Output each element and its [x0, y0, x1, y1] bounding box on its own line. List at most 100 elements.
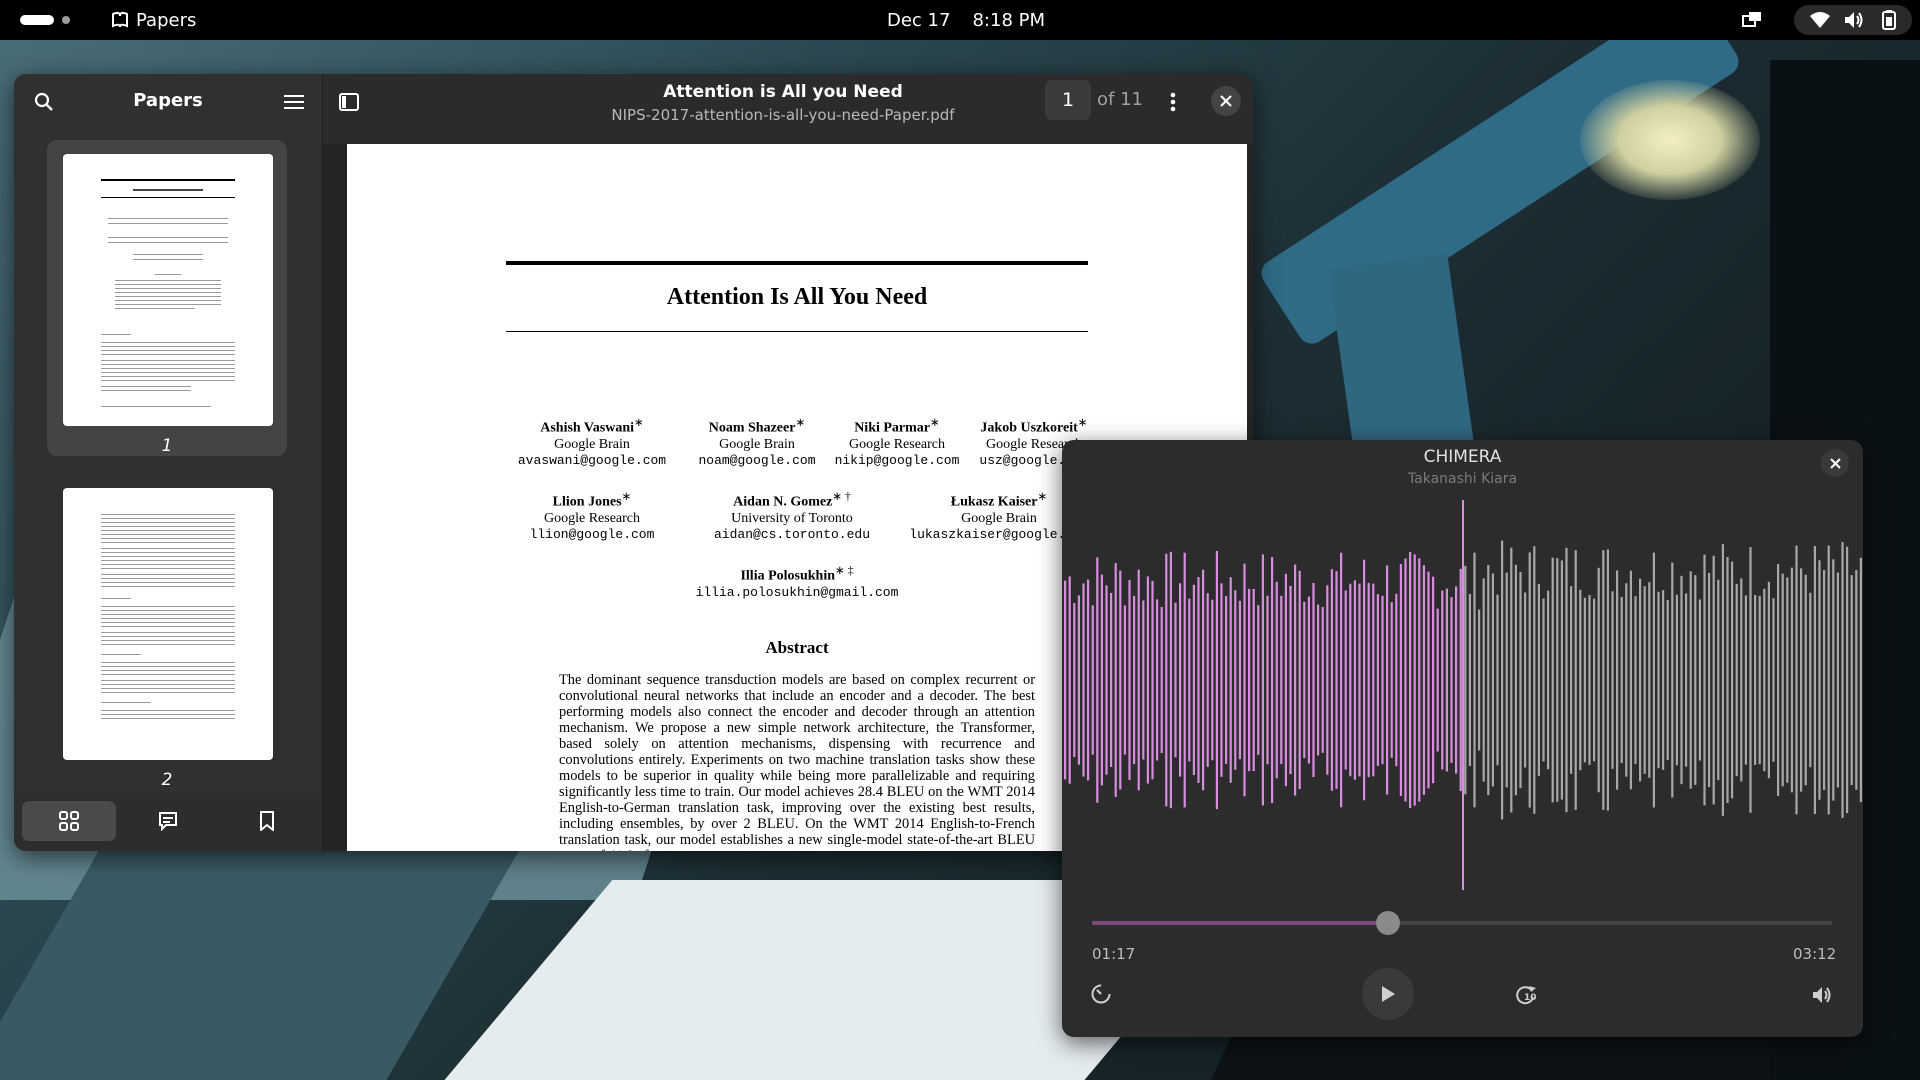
- waveform-bar: [1110, 592, 1113, 767]
- waveform-bar: [1579, 589, 1582, 771]
- waveform-bar: [1215, 550, 1218, 810]
- waveform-bar: [1841, 542, 1844, 818]
- close-window-icon[interactable]: [1211, 86, 1241, 116]
- waveform-bar: [1606, 549, 1609, 811]
- waveform-bar: [1790, 567, 1793, 793]
- waveform-bar: [1340, 552, 1343, 808]
- page-thumbnail-2[interactable]: [63, 488, 273, 760]
- waveform-bar: [1487, 564, 1490, 796]
- waveform-bar: [1399, 564, 1402, 796]
- waveform-bar: [1188, 598, 1191, 762]
- seek-bar[interactable]: [1092, 911, 1832, 935]
- waveform[interactable]: [1062, 500, 1863, 900]
- waveform-bar: [1570, 586, 1573, 774]
- waveform-bar: [1574, 550, 1577, 810]
- play-icon: [1382, 986, 1395, 1002]
- waveform-bar: [1142, 600, 1145, 760]
- waveform-bar: [1123, 605, 1126, 755]
- waveform-bar: [1312, 583, 1315, 777]
- playback-speed-icon[interactable]: [1088, 981, 1114, 1007]
- seek-handle[interactable]: [1376, 911, 1400, 935]
- skip-forward-icon[interactable]: 10: [1512, 981, 1540, 1009]
- thumbnail-page-number: 2: [161, 770, 173, 790]
- waveform-bar: [1077, 595, 1080, 765]
- app-menu[interactable]: Papers: [110, 0, 196, 40]
- waveform-bar: [1206, 593, 1209, 767]
- author-block: Aidan N. Gomez∗ † University of Toronto …: [713, 490, 871, 542]
- document-title: Attention is All you Need: [663, 82, 903, 102]
- main-menu-icon[interactable]: [276, 84, 312, 120]
- waveform-bar: [1827, 545, 1830, 815]
- waveform-bar: [1556, 558, 1559, 802]
- waveform-bar: [1114, 563, 1117, 797]
- sidebar-footer: [14, 793, 322, 851]
- waveform-bar: [1800, 568, 1803, 792]
- waveform-bar: [1418, 558, 1421, 802]
- waveform-bar: [1257, 605, 1260, 755]
- waveform-bar: [1464, 565, 1467, 795]
- waveform-bar: [1505, 572, 1508, 788]
- waveform-bar: [1303, 601, 1306, 759]
- waveform-bar: [1629, 570, 1632, 790]
- waveform-bar: [1243, 563, 1246, 797]
- waveform-bar: [1708, 572, 1711, 788]
- waveform-bar: [1413, 554, 1416, 806]
- more-options-icon[interactable]: [1155, 84, 1191, 120]
- waveform-bar: [1625, 583, 1628, 777]
- waveform-bar: [1749, 547, 1752, 813]
- waveform-bar: [1763, 588, 1766, 772]
- screen-share-icon[interactable]: [1742, 0, 1762, 40]
- waveform-bar: [1427, 571, 1430, 789]
- paper-title: Attention Is All You Need: [666, 284, 928, 310]
- waveform-bar: [1542, 598, 1545, 762]
- waveform-bar: [1501, 540, 1504, 820]
- waveform-bar: [1666, 599, 1669, 760]
- waveform-bar: [1611, 591, 1614, 769]
- playhead-line: [1462, 500, 1464, 890]
- page-thumbnail-1[interactable]: [63, 154, 273, 426]
- waveform-bar: [1367, 583, 1370, 778]
- waveform-bar: [1353, 580, 1356, 780]
- waveform-bar: [1528, 552, 1531, 808]
- waveform-bar: [1119, 570, 1122, 790]
- bookmarks-tab-icon[interactable]: [220, 801, 314, 841]
- close-player-icon[interactable]: [1821, 449, 1849, 477]
- sidebar-toggle-icon[interactable]: [331, 84, 367, 120]
- thumbnails-tab-icon[interactable]: [22, 801, 116, 841]
- waveform-bar: [1473, 552, 1476, 808]
- skip-forward-seconds: 10: [1524, 993, 1537, 1003]
- waveform-bar: [1349, 583, 1352, 777]
- waveform-bar: [1294, 564, 1297, 796]
- waveform-bar: [1491, 573, 1494, 787]
- waveform-bar: [1533, 546, 1536, 814]
- author-block: Ashish Vaswani∗ Google Brain avaswani@go…: [517, 416, 667, 468]
- waveform-bar: [1160, 607, 1163, 753]
- waveform-bar: [1211, 599, 1214, 761]
- waveform-bar: [1832, 559, 1835, 801]
- waveform-bar: [1662, 590, 1665, 770]
- play-button[interactable]: [1362, 968, 1414, 1020]
- waveform-bar: [1409, 551, 1412, 809]
- waveform-bar: [1602, 550, 1605, 810]
- page-number-input[interactable]: 1: [1045, 80, 1091, 120]
- waveform-bar: [1169, 551, 1172, 809]
- waveform-bar: [1859, 557, 1862, 803]
- waveform-bar: [1445, 588, 1448, 772]
- annotations-tab-icon[interactable]: [121, 801, 215, 841]
- waveform-bar: [1735, 583, 1738, 777]
- waveform-bar: [1703, 554, 1706, 806]
- sidebar-header: Papers: [14, 74, 322, 130]
- document-filename: NIPS-2017-attention-is-all-you-need-Pape…: [611, 106, 955, 124]
- clock[interactable]: Dec 17 8:18 PM: [887, 0, 1045, 40]
- waveform-bar: [1165, 553, 1168, 807]
- activities-indicator[interactable]: [20, 0, 70, 40]
- waveform-bar: [1767, 581, 1770, 779]
- waveform-bar: [1087, 579, 1090, 781]
- waveform-bar: [1441, 590, 1444, 770]
- waveform-bar: [1082, 583, 1085, 777]
- waveform-bar: [1809, 592, 1812, 768]
- volume-button-icon[interactable]: [1808, 981, 1836, 1009]
- waveform-bar: [1731, 561, 1734, 799]
- waveform-bar: [1680, 575, 1683, 785]
- waveform-bar: [1459, 568, 1462, 792]
